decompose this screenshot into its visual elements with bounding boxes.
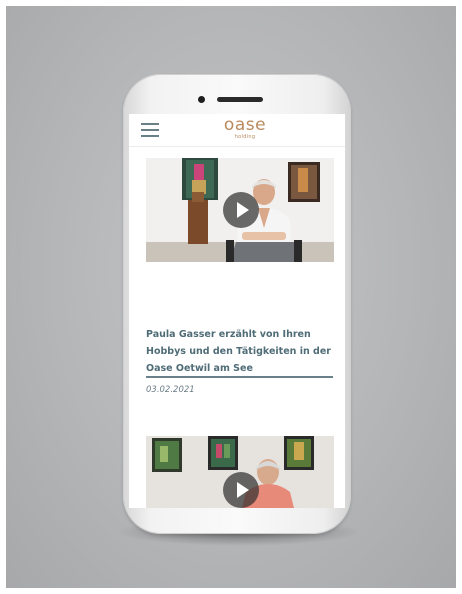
play-icon[interactable] bbox=[223, 192, 259, 228]
article-title[interactable]: Paula Gasser erzählt von Ihren Hobbys un… bbox=[146, 326, 338, 377]
logo-wordmark: oase bbox=[223, 115, 267, 135]
play-icon[interactable] bbox=[223, 472, 259, 508]
phone-screen: oase holding Paula Gasser erzählt von Ih… bbox=[129, 114, 345, 508]
article-date: 03.02.2021 bbox=[146, 385, 195, 395]
mockup-background: oase holding Paula Gasser erzählt von Ih… bbox=[6, 6, 456, 588]
hamburger-menu-icon[interactable] bbox=[141, 123, 159, 137]
video-thumbnail-2[interactable] bbox=[146, 436, 334, 508]
site-header: oase holding bbox=[129, 114, 345, 147]
logo-subtitle: holding bbox=[234, 134, 256, 140]
video-thumbnail-1[interactable] bbox=[146, 158, 334, 262]
menu-line bbox=[141, 135, 159, 137]
menu-line bbox=[141, 123, 159, 125]
phone-mockup: oase holding Paula Gasser erzählt von Ih… bbox=[123, 74, 351, 534]
menu-line bbox=[141, 129, 159, 131]
title-underline bbox=[146, 376, 333, 378]
earpiece-speaker bbox=[217, 97, 263, 102]
front-camera bbox=[198, 96, 205, 103]
site-logo[interactable]: oase holding bbox=[215, 117, 275, 141]
